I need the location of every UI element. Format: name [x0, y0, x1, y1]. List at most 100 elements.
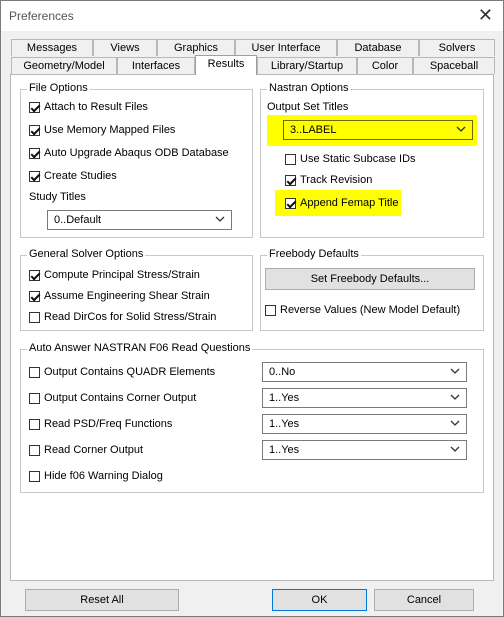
engineering-shear-checkbox[interactable]: Assume Engineering Shear Strain [29, 288, 210, 304]
nastran-options-group: Nastran Options Output Set Titles 3..LAB… [260, 82, 484, 238]
window-title: Preferences [9, 9, 74, 23]
checkbox-label: Use Static Subcase IDs [300, 153, 416, 165]
principal-stress-checkbox[interactable]: Compute Principal Stress/Strain [29, 267, 200, 283]
nastran-options-title: Nastran Options [267, 82, 351, 94]
chevron-down-icon [456, 126, 466, 132]
tab-user-interface[interactable]: User Interface [235, 39, 337, 56]
chevron-down-icon [450, 420, 460, 426]
checkbox-box[interactable] [29, 124, 40, 136]
append-femap-title-checkbox[interactable]: Append Femap Title [285, 195, 398, 211]
quadr-elements-checkbox[interactable]: Output Contains QUADR Elements [29, 364, 215, 380]
checkbox-label: Read Corner Output [44, 444, 144, 456]
checkbox-box[interactable] [29, 392, 40, 404]
checkbox-label: Read PSD/Freq Functions [44, 418, 173, 430]
tab-row-2: Geometry/Model Interfaces Results Librar… [11, 55, 495, 75]
auto-upgrade-odb-checkbox[interactable]: Auto Upgrade Abaqus ODB Database [29, 145, 229, 161]
checkbox-label: Compute Principal Stress/Strain [44, 269, 200, 281]
checkbox-box[interactable] [29, 147, 40, 159]
checkbox-box[interactable] [29, 170, 40, 182]
auto-answer-title: Auto Answer NASTRAN F06 Read Questions [27, 342, 253, 354]
select-value: 3..LABEL [290, 124, 337, 136]
checkbox-label: Output Contains QUADR Elements [44, 366, 216, 378]
checkbox-box[interactable] [285, 174, 296, 186]
select-value: 0..Default [54, 214, 102, 226]
checkbox-label: Track Revision [300, 174, 373, 186]
checkbox-box[interactable] [285, 153, 296, 165]
read-corner-output-checkbox[interactable]: Read Corner Output [29, 442, 143, 458]
general-solver-group: General Solver Options Compute Principal… [20, 248, 253, 331]
checkbox-box[interactable] [29, 366, 40, 378]
tab-views[interactable]: Views [93, 39, 157, 56]
title-bar: Preferences ✕ [1, 1, 503, 31]
read-corner-output-select[interactable]: 1..Yes [262, 440, 467, 460]
close-icon[interactable]: ✕ [478, 5, 493, 25]
memory-mapped-checkbox[interactable]: Use Memory Mapped Files [29, 122, 175, 138]
freebody-defaults-title: Freebody Defaults [267, 248, 361, 260]
freebody-defaults-group: Freebody Defaults Set Freebody Defaults.… [260, 248, 484, 331]
file-options-group: File Options Attach to Result Files Use … [20, 82, 253, 238]
psd-freq-select[interactable]: 1..Yes [262, 414, 467, 434]
preferences-dialog: Preferences ✕ Messages Views Graphics Us… [0, 0, 504, 617]
ok-button[interactable]: OK [272, 589, 367, 611]
checkbox-label: Read DirCos for Solid Stress/Strain [44, 311, 217, 323]
create-studies-checkbox[interactable]: Create Studies [29, 168, 117, 184]
tab-spaceball[interactable]: Spaceball [413, 57, 495, 74]
hide-f06-warning-checkbox[interactable]: Hide f06 Warning Dialog [29, 468, 163, 484]
checkbox-label: Attach to Result Files [44, 101, 148, 113]
select-value: 1..Yes [269, 392, 300, 404]
quadr-elements-select[interactable]: 0..No [262, 362, 467, 382]
checkbox-box[interactable] [29, 418, 40, 430]
results-panel: File Options Attach to Result Files Use … [10, 74, 494, 581]
attach-results-checkbox[interactable]: Attach to Result Files [29, 99, 148, 115]
checkbox-label: Reverse Values (New Model Default) [280, 304, 461, 316]
tab-color[interactable]: Color [357, 57, 413, 74]
study-titles-label: Study Titles [29, 191, 86, 203]
select-value: 1..Yes [269, 444, 300, 456]
study-titles-select[interactable]: 0..Default [47, 210, 232, 230]
reverse-values-checkbox[interactable]: Reverse Values (New Model Default) [265, 302, 460, 318]
tab-interfaces[interactable]: Interfaces [117, 57, 195, 74]
set-freebody-defaults-button[interactable]: Set Freebody Defaults... [265, 268, 475, 290]
corner-output-contains-checkbox[interactable]: Output Contains Corner Output [29, 390, 196, 406]
checkbox-box[interactable] [29, 290, 40, 302]
cancel-button[interactable]: Cancel [374, 589, 474, 611]
checkbox-box[interactable] [29, 311, 40, 323]
reset-all-button[interactable]: Reset All [25, 589, 179, 611]
checkbox-label: Assume Engineering Shear Strain [44, 290, 210, 302]
corner-output-contains-select[interactable]: 1..Yes [262, 388, 467, 408]
checkbox-label: Use Memory Mapped Files [44, 124, 176, 136]
tab-geometry-model[interactable]: Geometry/Model [11, 57, 117, 74]
tab-results[interactable]: Results [195, 55, 257, 75]
dircos-solid-checkbox[interactable]: Read DirCos for Solid Stress/Strain [29, 309, 216, 325]
output-set-titles-select[interactable]: 3..LABEL [283, 120, 473, 140]
chevron-down-icon [450, 368, 460, 374]
checkbox-box[interactable] [29, 470, 40, 482]
checkbox-label: Append Femap Title [300, 197, 399, 209]
checkbox-label: Hide f06 Warning Dialog [44, 470, 163, 482]
select-value: 0..No [269, 366, 296, 378]
tab-database[interactable]: Database [337, 39, 419, 56]
chevron-down-icon [450, 446, 460, 452]
tab-library-startup[interactable]: Library/Startup [257, 57, 357, 74]
tab-solvers[interactable]: Solvers [419, 39, 495, 56]
file-options-title: File Options [27, 82, 90, 94]
tab-graphics[interactable]: Graphics [157, 39, 235, 56]
checkbox-box[interactable] [265, 304, 276, 316]
checkbox-box[interactable] [29, 101, 40, 113]
chevron-down-icon [215, 216, 225, 222]
checkbox-label: Output Contains Corner Output [44, 392, 197, 404]
checkbox-box[interactable] [285, 197, 296, 209]
track-revision-checkbox[interactable]: Track Revision [285, 172, 372, 188]
general-solver-title: General Solver Options [27, 248, 146, 260]
checkbox-label: Auto Upgrade Abaqus ODB Database [44, 147, 229, 159]
static-subcase-ids-checkbox[interactable]: Use Static Subcase IDs [285, 151, 416, 167]
checkbox-label: Create Studies [44, 170, 117, 182]
psd-freq-checkbox[interactable]: Read PSD/Freq Functions [29, 416, 172, 432]
select-value: 1..Yes [269, 418, 300, 430]
tab-messages[interactable]: Messages [11, 39, 93, 56]
output-set-titles-label: Output Set Titles [267, 101, 349, 113]
chevron-down-icon [450, 394, 460, 400]
checkbox-box[interactable] [29, 444, 40, 456]
tab-row-1: Messages Views Graphics User Interface D… [11, 39, 495, 56]
checkbox-box[interactable] [29, 269, 40, 281]
